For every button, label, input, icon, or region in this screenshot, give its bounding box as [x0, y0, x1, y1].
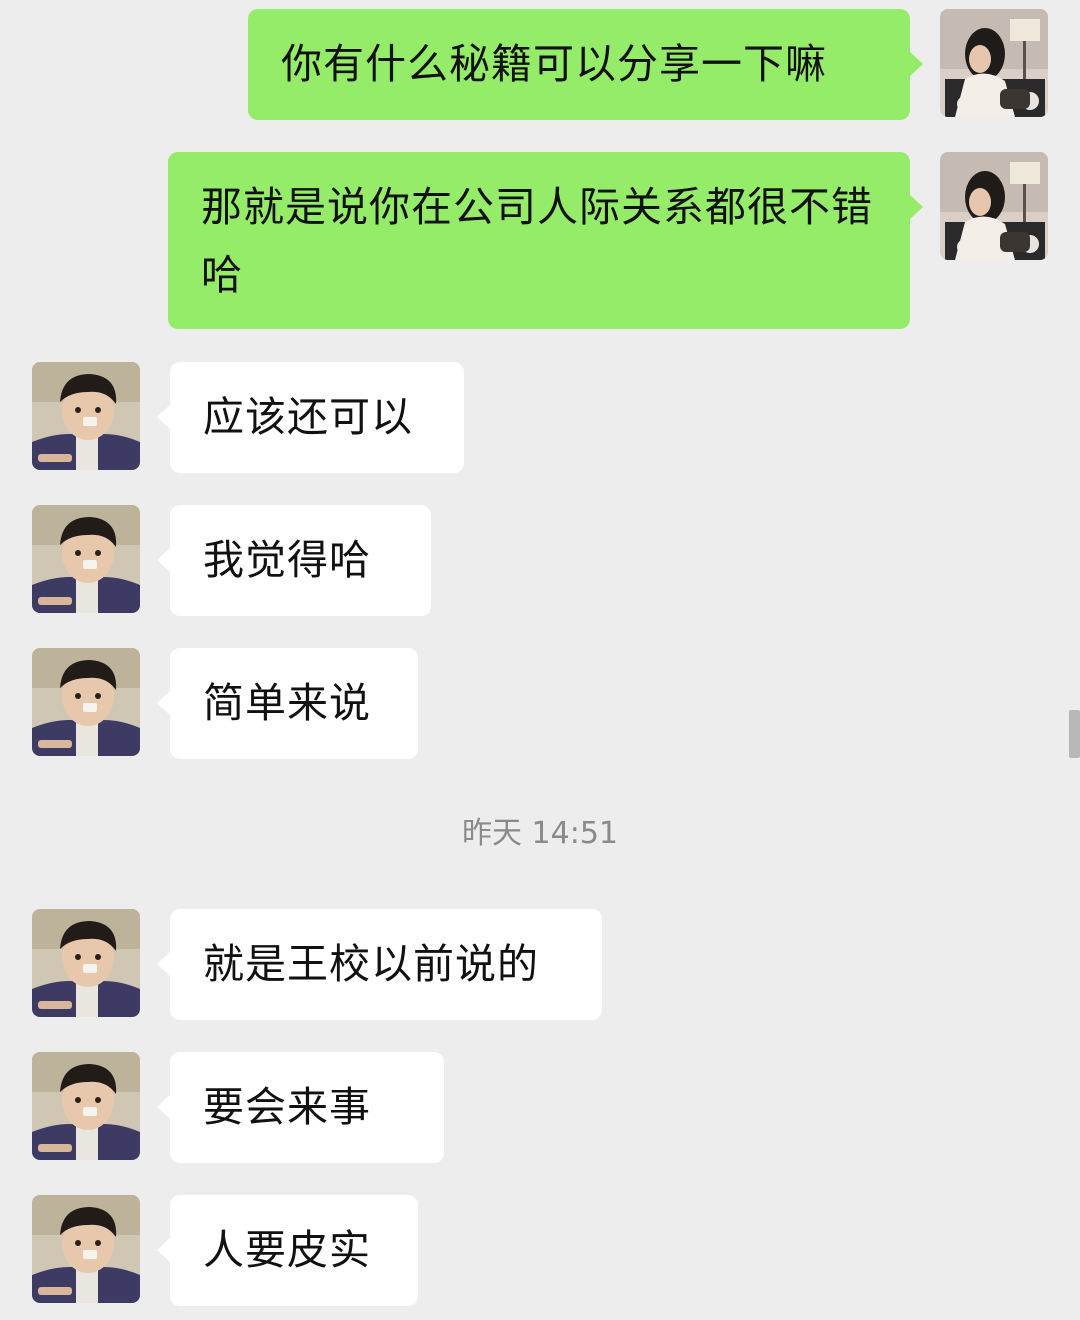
contact-avatar[interactable]: [32, 1195, 140, 1303]
contact-avatar[interactable]: [32, 362, 140, 470]
contact-avatar[interactable]: [32, 909, 140, 1017]
message-bubble-outgoing[interactable]: 你有什么秘籍可以分享一下嘛: [248, 9, 923, 120]
my-avatar[interactable]: [940, 9, 1048, 117]
message-text: 你有什么秘籍可以分享一下嘛: [281, 40, 827, 88]
message-bubble-outgoing[interactable]: 那就是说你在公司人际关系都很不错哈: [168, 152, 923, 329]
boy-photo-avatar-icon: [32, 362, 140, 470]
message-text: 那就是说你在公司人际关系都很不错哈: [201, 183, 873, 299]
contact-avatar[interactable]: [32, 1052, 140, 1160]
contact-avatar[interactable]: [32, 648, 140, 756]
message-bubble-incoming[interactable]: 应该还可以: [157, 362, 464, 473]
message-bubble-incoming[interactable]: 就是王校以前说的: [157, 909, 602, 1020]
message-bubble-incoming[interactable]: 简单来说: [157, 648, 418, 759]
message-text: 简单来说: [203, 679, 371, 727]
message-text: 人要皮实: [203, 1226, 371, 1274]
message-text: 应该还可以: [203, 393, 413, 441]
girl-photo-avatar-icon: [940, 152, 1048, 260]
boy-photo-avatar-icon: [32, 505, 140, 613]
message-text: 要会来事: [203, 1083, 371, 1131]
message-timestamp: 昨天 14:51: [462, 816, 618, 851]
contact-avatar[interactable]: [32, 505, 140, 613]
message-text: 我觉得哈: [203, 536, 371, 584]
boy-photo-avatar-icon: [32, 1195, 140, 1303]
boy-photo-avatar-icon: [32, 909, 140, 1017]
message-bubble-incoming[interactable]: 人要皮实: [157, 1195, 418, 1306]
girl-photo-avatar-icon: [940, 9, 1048, 117]
message-text: 就是王校以前说的: [203, 940, 539, 988]
message-bubble-incoming[interactable]: 我觉得哈: [157, 505, 431, 616]
my-avatar[interactable]: [940, 152, 1048, 260]
scrollbar[interactable]: [1069, 710, 1080, 758]
chat-message-list[interactable]: 你有什么秘籍可以分享一下嘛 那就是说你在公司人际关系都很不错哈 应该还可以 我觉…: [0, 0, 1080, 1320]
boy-photo-avatar-icon: [32, 1052, 140, 1160]
message-bubble-incoming[interactable]: 要会来事: [157, 1052, 444, 1163]
boy-photo-avatar-icon: [32, 648, 140, 756]
